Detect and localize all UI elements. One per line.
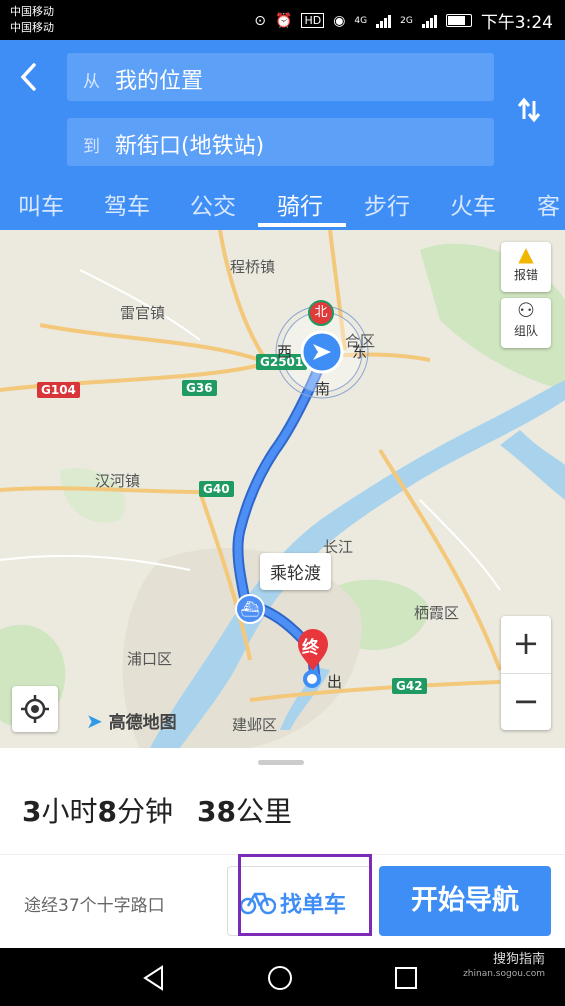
- start-navigation-button[interactable]: 开始导航: [379, 866, 551, 936]
- watermark-title: 搜狗指南: [492, 952, 545, 967]
- route-summary-panel: 3小时8分钟 38公里 途经37个十字路口 找单车 开始导航: [0, 748, 565, 948]
- exit-label: 出: [327, 673, 343, 691]
- road-shield-g36: G36: [182, 380, 217, 396]
- map-label-hanhe: 汉河镇: [95, 472, 141, 490]
- tab-train[interactable]: 火车: [450, 187, 496, 221]
- crosshair-icon: [21, 695, 49, 723]
- battery-icon: [445, 14, 472, 27]
- destination-field[interactable]: 到 新街口(地铁站): [67, 118, 494, 166]
- compass-north-label: 北: [314, 305, 328, 320]
- tab-coach[interactable]: 客: [537, 187, 560, 221]
- swap-route-icon[interactable]: [514, 95, 544, 125]
- compass-east-label: 东: [352, 343, 368, 361]
- alarm-icon: ⏰: [275, 12, 293, 29]
- map-label-jianye: 建邺区: [232, 716, 278, 734]
- map-label-chengqiao: 程桥镇: [230, 258, 276, 276]
- compass-north-badge: 北: [308, 300, 334, 326]
- status-bar: 中国移动 中国移动 ⊙ ⏰ HD ◉ 4G 2G 下午3:24: [0, 0, 565, 40]
- app-screen: 中国移动 中国移动 ⊙ ⏰ HD ◉ 4G 2G 下午3:24 从 我的位置 到…: [0, 0, 565, 1006]
- ferry-tooltip: 乘轮渡: [260, 553, 331, 590]
- via-intersections-text: 途经37个十字路口: [24, 896, 165, 916]
- road-shield-g104: G104: [37, 382, 80, 398]
- carrier-info: 中国移动 中国移动: [10, 4, 54, 36]
- destination-pin-label: 终: [302, 638, 319, 658]
- highlight-box: [238, 854, 372, 936]
- locate-me-button[interactable]: [12, 686, 58, 732]
- destination-point-icon: [303, 670, 321, 688]
- nav-home-icon[interactable]: [266, 964, 294, 992]
- carrier-label-1: 中国移动: [10, 5, 54, 18]
- distance-value: 38: [197, 795, 236, 828]
- report-error-button[interactable]: ▲ 报错: [501, 242, 551, 292]
- ferry-tooltip-text: 乘轮渡: [270, 564, 321, 584]
- ferry-icon: ⛴: [235, 594, 265, 624]
- route-header: 从 我的位置 到 新街口(地铁站) 叫车 驾车 公交 骑行 步行 火车 客: [0, 40, 565, 230]
- map-label-leiguan: 雷官镇: [120, 304, 166, 322]
- current-location-arrow-icon: [300, 330, 344, 374]
- tab-bus[interactable]: 公交: [190, 187, 236, 221]
- destination-value: 新街口(地铁站): [115, 134, 265, 159]
- signal-2g-label: 2G: [400, 15, 413, 26]
- route-summary: 3小时8分钟 38公里: [22, 790, 292, 830]
- map-canvas: [0, 230, 565, 748]
- duration-minutes-unit: 分钟: [116, 795, 173, 828]
- tab-walk[interactable]: 步行: [364, 187, 410, 221]
- map-label-qixia: 栖霞区: [414, 604, 460, 622]
- signal-4g-label: 4G: [354, 15, 368, 26]
- amap-logo: ➤ 高德地图: [86, 708, 177, 733]
- map-view[interactable]: 程桥镇 雷官镇 汉河镇 长江 栖霞区 浦口区 建邺区 合区 G104 G36 G…: [0, 230, 565, 748]
- drag-handle[interactable]: [258, 760, 304, 765]
- compass-south-label: 南: [315, 380, 331, 398]
- status-icons: ⊙ ⏰ HD ◉ 4G 2G 下午3:24: [254, 8, 553, 34]
- map-label-pukou: 浦口区: [127, 650, 173, 668]
- tab-taxi[interactable]: 叫车: [18, 187, 64, 221]
- sogou-watermark: 搜狗指南 zhinan.sogou.com: [463, 952, 545, 982]
- signal-icon-2: [421, 14, 437, 28]
- distance-unit: 公里: [235, 795, 292, 828]
- origin-value: 我的位置: [115, 69, 204, 94]
- duration-hours: 3: [22, 795, 42, 828]
- group-label: 组队: [513, 324, 538, 338]
- location-icon: ⊙: [254, 12, 266, 29]
- eye-icon: ◉: [333, 12, 346, 29]
- zoom-in-button[interactable]: +: [501, 616, 551, 673]
- report-error-label: 报错: [513, 268, 538, 282]
- amap-logo-text: 高德地图: [108, 713, 177, 733]
- amap-logo-icon: ➤: [86, 709, 103, 733]
- zoom-controls: + −: [501, 616, 551, 730]
- carrier-label-2: 中国移动: [10, 21, 54, 34]
- group-button[interactable]: ⚇ 组队: [501, 298, 551, 348]
- back-button[interactable]: [14, 60, 48, 94]
- nav-back-icon[interactable]: [140, 964, 168, 992]
- tab-drive[interactable]: 驾车: [104, 187, 150, 221]
- warning-icon: ▲: [518, 242, 534, 266]
- road-shield-g42: G42: [392, 678, 427, 694]
- duration-hours-unit: 小时: [41, 795, 98, 828]
- destination-prefix: 到: [83, 137, 100, 157]
- zoom-out-button[interactable]: −: [501, 674, 551, 731]
- nav-recents-icon[interactable]: [392, 964, 420, 992]
- duration-minutes: 8: [97, 795, 117, 828]
- watermark-url: zhinan.sogou.com: [463, 969, 545, 979]
- signal-icon: [376, 14, 392, 28]
- tab-ride[interactable]: 骑行: [277, 187, 323, 221]
- back-arrow-icon: [20, 63, 36, 91]
- road-shield-g40: G40: [199, 481, 234, 497]
- clock: 下午3:24: [480, 13, 553, 33]
- origin-prefix: 从: [83, 72, 100, 92]
- origin-field[interactable]: 从 我的位置: [67, 53, 494, 101]
- active-tab-indicator: [258, 223, 346, 227]
- compass-west-label: 西: [277, 343, 293, 361]
- hd-icon: HD: [301, 13, 325, 28]
- group-icon: ⚇: [517, 298, 535, 322]
